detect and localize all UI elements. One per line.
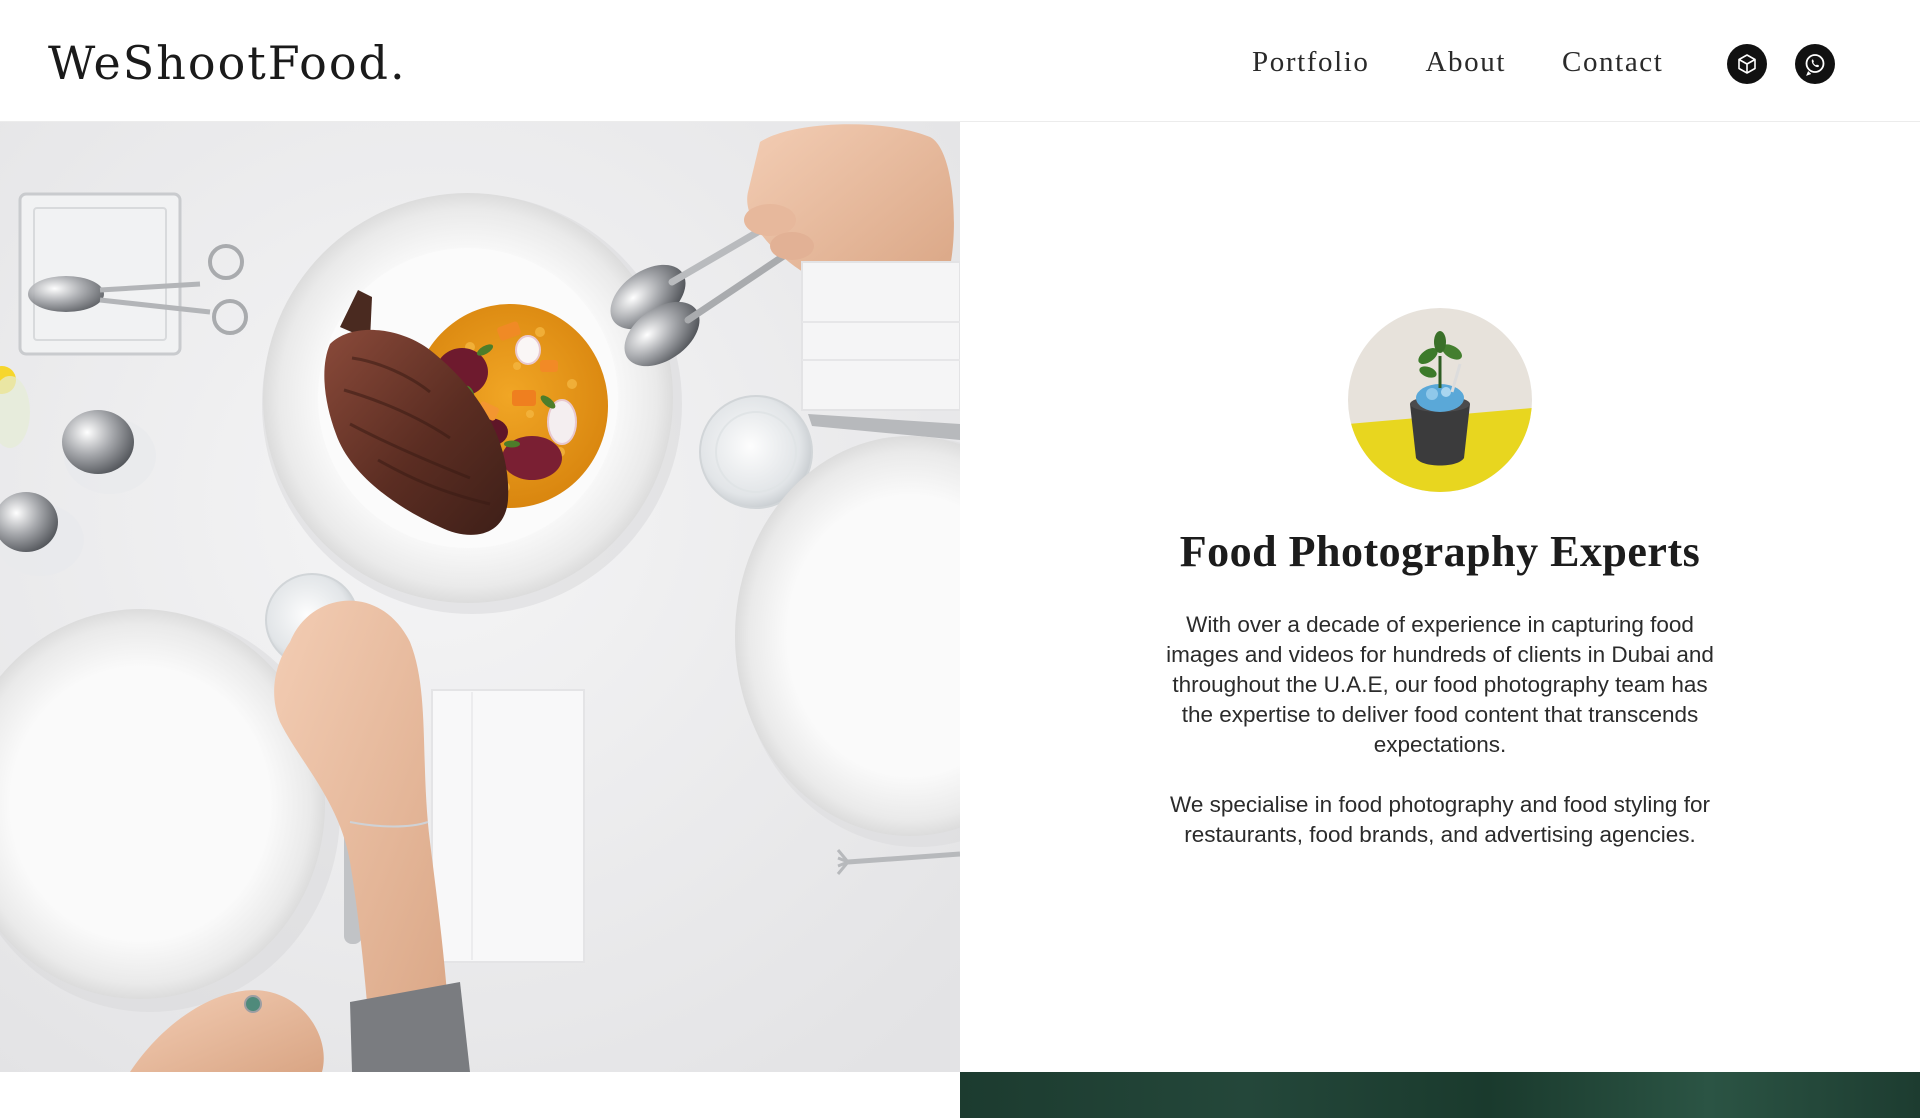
table-setting-illustration: [0, 122, 960, 1072]
next-section-image-strip: [960, 1072, 1920, 1118]
intro-photo-thumbnail: [1348, 308, 1532, 492]
intro-title: Food Photography Experts: [1179, 527, 1701, 576]
site-header: WeShootFood. Portfolio About Contact: [0, 0, 1920, 122]
whatsapp-icon[interactable]: [1795, 44, 1835, 84]
nav-item-about[interactable]: About: [1426, 46, 1507, 79]
site-logo[interactable]: WeShootFood.: [48, 36, 407, 90]
social-links: [1727, 44, 1835, 84]
nav-item-portfolio[interactable]: Portfolio: [1252, 46, 1370, 79]
intro-paragraph-2: We specialise in food photography and fo…: [1170, 792, 1710, 847]
intro-paragraph-1: With over a decade of experience in capt…: [1166, 612, 1714, 757]
cube-icon[interactable]: [1727, 44, 1767, 84]
next-section-left: [0, 1072, 960, 1118]
hero-food-photo: [0, 122, 960, 1072]
nav-item-contact[interactable]: Contact: [1562, 46, 1663, 79]
main-nav: Portfolio About Contact: [1252, 46, 1663, 79]
intro-section: Food Photography Experts With over a dec…: [960, 122, 1920, 1072]
intro-body: With over a decade of experience in capt…: [1160, 610, 1720, 850]
